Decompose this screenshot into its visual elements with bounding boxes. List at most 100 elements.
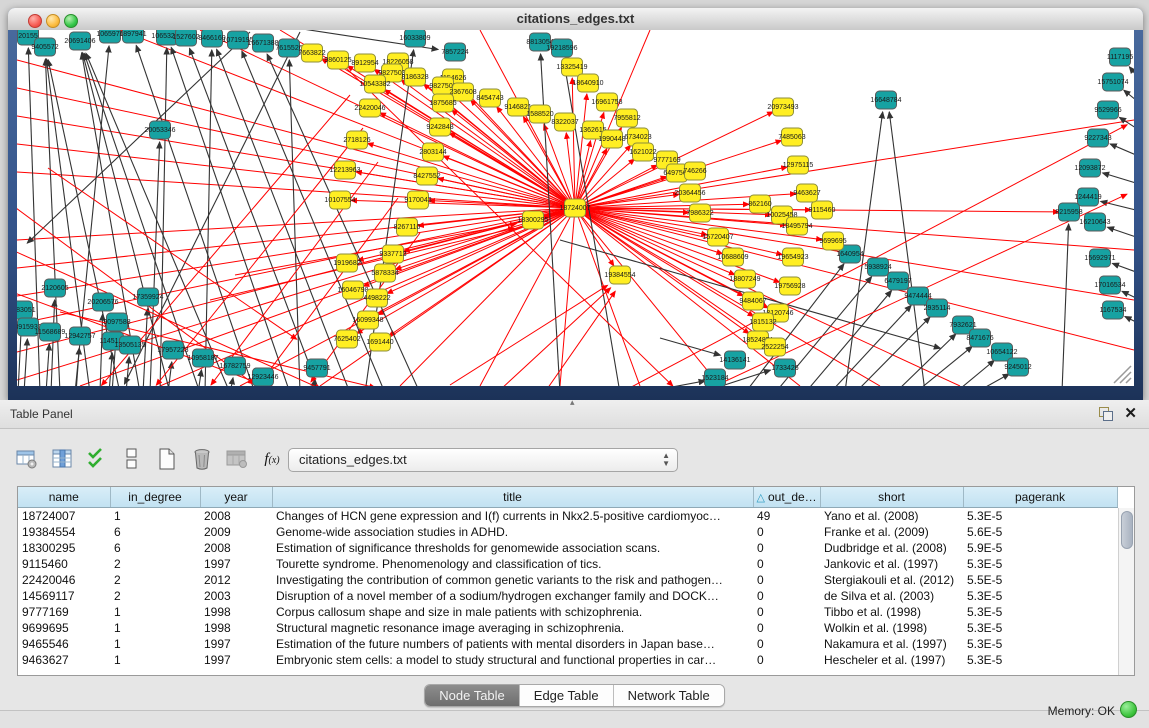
column-header-out_de[interactable]: △out_de… (753, 487, 820, 508)
network-node[interactable]: 15751074 (1097, 73, 1128, 91)
network-node[interactable]: 17359924 (132, 288, 163, 306)
table-cell[interactable]: Jankovic et al. (1997) (820, 556, 963, 572)
table-cell[interactable]: 6 (110, 524, 200, 540)
table-cell[interactable]: Hescheler et al. (1997) (820, 652, 963, 668)
network-node[interactable]: 746266 (683, 162, 706, 180)
table-cell[interactable]: 9465546 (18, 636, 110, 652)
table-cell[interactable]: Investigating the contribution of common… (272, 572, 753, 588)
table-row[interactable]: 1456911722003Disruption of a novel membe… (18, 588, 1117, 604)
table-cell[interactable]: 0 (753, 588, 820, 604)
table-cell[interactable]: 1 (110, 652, 200, 668)
table-cell[interactable]: 0 (753, 540, 820, 556)
network-node[interactable]: 9484067 (739, 292, 766, 310)
table-cell[interactable]: 18724007 (18, 508, 110, 525)
table-cell[interactable]: 5.3E-5 (963, 588, 1117, 604)
table-cell[interactable]: 2008 (200, 508, 272, 525)
network-node[interactable]: 1919682 (333, 254, 360, 272)
network-node[interactable]: 19654923 (777, 248, 808, 266)
network-node[interactable]: 7986322 (686, 204, 713, 222)
network-node[interactable]: 5938924 (864, 258, 891, 276)
network-node[interactable]: 8322037 (551, 113, 578, 131)
network-node[interactable]: 1990448 (598, 130, 625, 148)
network-node[interactable]: 1244419 (1074, 188, 1101, 206)
network-graph[interactable]: 2015594055722069140610659761897941106532… (17, 30, 1134, 386)
table-cell[interactable]: Franke et al. (2009) (820, 524, 963, 540)
delete-column-disabled-icon[interactable] (224, 446, 250, 472)
network-node[interactable]: 5878334 (371, 264, 398, 282)
table-row[interactable]: 2242004622012Investigating the contribut… (18, 572, 1117, 588)
network-node[interactable]: 1117195 (1107, 48, 1133, 66)
network-node[interactable]: 9242848 (426, 118, 453, 136)
network-node[interactable]: 8186328 (401, 68, 428, 86)
network-node[interactable]: 7663822 (298, 44, 325, 62)
network-node[interactable]: 9860125 (324, 51, 351, 69)
table-cell[interactable]: 5.3E-5 (963, 636, 1117, 652)
table-cell[interactable]: 2 (110, 588, 200, 604)
table-cell[interactable]: 2 (110, 572, 200, 588)
table-row[interactable]: 946362711997Embryonic stem cells: a mode… (18, 652, 1117, 668)
table-cell[interactable]: Wolkin et al. (1998) (820, 620, 963, 636)
table-cell[interactable]: 49 (753, 508, 820, 525)
table-cell[interactable]: 22420046 (18, 572, 110, 588)
unselect-all-icon[interactable] (119, 446, 145, 472)
table-cell[interactable]: 2008 (200, 540, 272, 556)
table-cell[interactable]: 2012 (200, 572, 272, 588)
table-cell[interactable]: Structural magnetic resonance image aver… (272, 620, 753, 636)
table-cell[interactable]: Tourette syndrome. Phenomenology and cla… (272, 556, 753, 572)
select-all-icon[interactable] (84, 446, 110, 472)
network-node[interactable]: 2935114 (924, 299, 951, 317)
column-header-title[interactable]: title (272, 487, 753, 508)
network-node[interactable]: 9170043 (404, 191, 431, 209)
table-cell[interactable]: 1998 (200, 620, 272, 636)
resize-grip-icon[interactable] (1120, 372, 1131, 383)
table-row[interactable]: 1872400712008Changes of HCN gene express… (18, 508, 1117, 525)
network-node[interactable]: 862160 (748, 195, 771, 213)
show-columns-icon[interactable] (49, 446, 75, 472)
network-node[interactable]: 20973493 (767, 98, 798, 116)
column-header-pagerank[interactable]: pagerank (963, 487, 1117, 508)
table-cell[interactable]: 2 (110, 556, 200, 572)
tab-network-table[interactable]: Network Table (614, 685, 724, 706)
column-header-name[interactable]: name (18, 487, 110, 508)
table-cell[interactable]: 5.3E-5 (963, 508, 1117, 525)
network-node[interactable]: 2718126 (343, 131, 370, 149)
network-node[interactable]: 1167534 (1100, 301, 1127, 319)
table-cell[interactable]: 1 (110, 508, 200, 525)
table-scrollbar-thumb[interactable] (1121, 511, 1133, 549)
table-cell[interactable]: Genome-wide association studies in ADHD. (272, 524, 753, 540)
new-table-icon[interactable] (154, 446, 180, 472)
table-cell[interactable]: 1 (110, 620, 200, 636)
table-row[interactable]: 977716911998Corpus callosum shape and si… (18, 604, 1117, 620)
network-canvas[interactable]: 2015594055722069140610659761897941106532… (17, 30, 1134, 386)
table-cell[interactable]: 0 (753, 652, 820, 668)
table-cell[interactable]: 5.9E-5 (963, 540, 1117, 556)
network-node[interactable]: 12975115 (783, 156, 814, 174)
network-node[interactable]: 9097588 (103, 313, 130, 331)
network-node[interactable]: 2522254 (761, 338, 788, 356)
network-node[interactable]: 16782759 (219, 357, 250, 375)
attribute-batch-icon[interactable] (14, 446, 40, 472)
network-node[interactable]: 16648784 (870, 91, 901, 109)
network-node[interactable]: 9457791 (303, 359, 330, 377)
network-node[interactable]: 1815132 (749, 313, 776, 331)
table-cell[interactable]: 1997 (200, 636, 272, 652)
memory-status-icon[interactable] (1120, 701, 1137, 718)
network-node[interactable]: 11568689 (35, 323, 66, 341)
table-row[interactable]: 1830029562008Estimation of significance … (18, 540, 1117, 556)
network-node[interactable]: 20364456 (674, 184, 705, 202)
table-cell[interactable]: 19384554 (18, 524, 110, 540)
table-selector-dropdown[interactable]: citations_edges.txt ▲▼ (288, 448, 678, 472)
table-cell[interactable]: 0 (753, 620, 820, 636)
table-cell[interactable]: 0 (753, 572, 820, 588)
network-node[interactable]: 8454743 (476, 89, 503, 107)
network-node[interactable]: 1527602 (172, 30, 199, 46)
network-node[interactable]: 9699695 (819, 232, 846, 250)
table-cell[interactable]: 5.3E-5 (963, 620, 1117, 636)
table-cell[interactable]: 9115460 (18, 556, 110, 572)
network-node[interactable]: 8267110 (394, 218, 421, 236)
collapse-handle-icon[interactable]: ▴ (570, 397, 575, 408)
network-node[interactable]: 20691406 (64, 32, 95, 50)
table-cell[interactable]: 5.5E-5 (963, 572, 1117, 588)
network-node[interactable]: 7857224 (441, 43, 468, 61)
table-cell[interactable]: 5.3E-5 (963, 604, 1117, 620)
